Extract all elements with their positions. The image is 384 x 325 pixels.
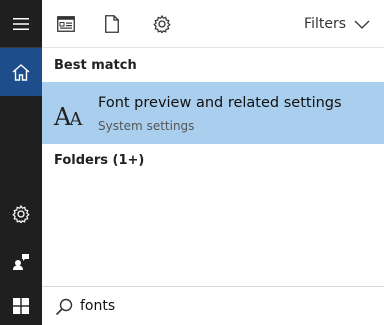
top-toolbar: Filters: [42, 0, 384, 48]
start-button[interactable]: [0, 286, 42, 325]
best-match-title: Font preview and related settings: [98, 95, 342, 111]
hamburger-menu-button[interactable]: [0, 0, 42, 48]
apps-icon: [57, 16, 75, 32]
left-rail: [0, 0, 42, 325]
settings-gear-icon: [153, 15, 171, 33]
home-icon: [12, 63, 30, 81]
search-bar: [42, 286, 384, 325]
settings-button[interactable]: [0, 190, 42, 238]
settings-filter-button[interactable]: [138, 0, 186, 48]
search-input[interactable]: [80, 293, 370, 319]
best-match-header: Best match: [54, 58, 137, 73]
settings-icon: [12, 205, 30, 223]
font-settings-icon: AA: [54, 93, 88, 129]
feedback-button[interactable]: [0, 238, 42, 286]
windows-start-icon: [13, 297, 29, 314]
home-button[interactable]: [0, 48, 42, 96]
font-icon-glyph-big: A: [54, 103, 71, 131]
best-match-subtitle: System settings: [98, 119, 195, 133]
documents-filter-button[interactable]: [88, 0, 136, 48]
document-icon: [105, 15, 119, 33]
folders-header[interactable]: Folders (1+): [54, 153, 144, 168]
search-window: Filters Best match AA Font preview and r…: [0, 0, 384, 325]
hamburger-menu-icon: [13, 18, 29, 30]
apps-filter-button[interactable]: [42, 0, 90, 48]
best-match-result[interactable]: AA Font preview and related settings Sys…: [42, 82, 384, 144]
feedback-person-icon: [13, 254, 29, 270]
search-icon: [55, 298, 73, 316]
filters-button[interactable]: Filters: [304, 0, 370, 48]
filters-label: Filters: [304, 16, 346, 32]
chevron-down-icon: [354, 20, 370, 29]
font-icon-glyph-small: A: [69, 109, 83, 130]
